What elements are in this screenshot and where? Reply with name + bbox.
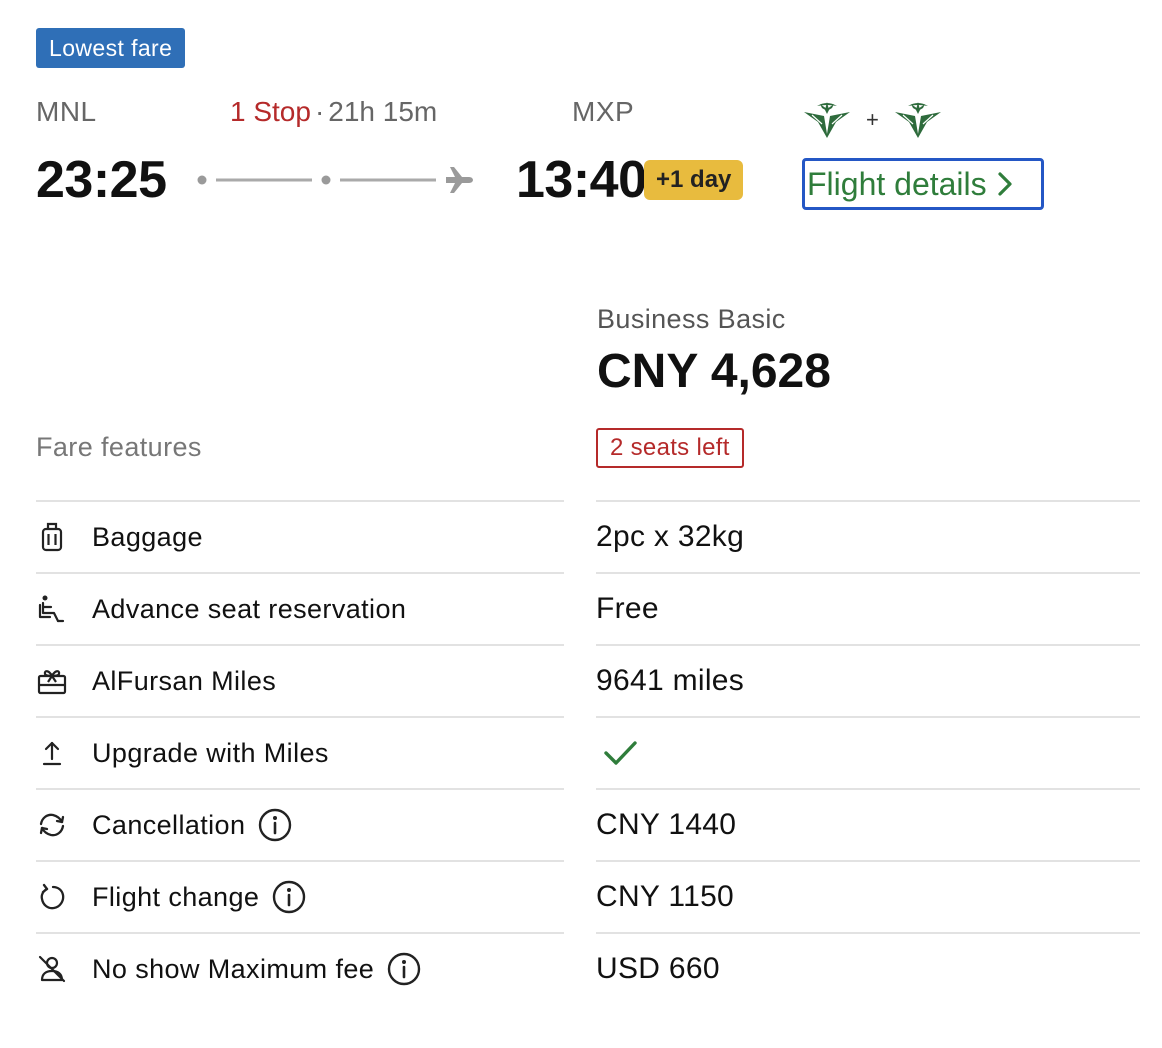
- upgrade-icon: [36, 733, 76, 773]
- feature-cell: No show Maximum fee: [36, 932, 564, 1004]
- day-offset-badge: +1 day: [644, 160, 744, 200]
- info-icon[interactable]: [386, 951, 422, 987]
- feature-cell: Upgrade with Miles: [36, 716, 564, 788]
- gift-icon: [36, 661, 76, 701]
- departure-time: 23:25: [36, 151, 167, 209]
- baggage-icon: [36, 517, 76, 557]
- table-row: No show Maximum fee USD 660: [36, 932, 1140, 1004]
- refresh-icon: [36, 805, 76, 845]
- table-row: Flight change CNY 1150: [36, 860, 1140, 932]
- fare-features-table: Baggage 2pc x 32kg Advance seat reservat…: [36, 500, 1140, 1004]
- feature-value: USD 660: [596, 932, 1140, 1004]
- feature-value: CNY 1440: [596, 788, 1140, 860]
- feature-value: [596, 716, 1140, 788]
- feature-label: Cancellation: [92, 809, 246, 840]
- feature-value: CNY 1150: [596, 860, 1140, 932]
- fare-price: CNY 4,628: [597, 345, 831, 398]
- duration: 21h 15m: [328, 96, 438, 127]
- separator-dot: ·: [314, 96, 325, 127]
- info-icon[interactable]: [257, 807, 293, 843]
- origin-code: MNL: [36, 96, 97, 127]
- no-show-icon: [36, 949, 76, 989]
- airline-logo-icon: [804, 102, 850, 138]
- table-row: Cancellation CNY 1440: [36, 788, 1140, 860]
- feature-cell: Cancellation: [36, 788, 564, 860]
- seat-icon: [36, 589, 76, 629]
- airline-logos: +: [802, 100, 943, 140]
- lowest-fare-badge: Lowest fare: [36, 28, 186, 68]
- fare-features-title: Fare features: [36, 432, 202, 462]
- feature-label: AlFursan Miles: [92, 665, 277, 696]
- table-row: Upgrade with Miles: [36, 716, 1140, 788]
- stop-count: 1 Stop: [230, 96, 311, 127]
- feature-value: 9641 miles: [596, 644, 1140, 716]
- route-line: [197, 167, 473, 193]
- seats-left-badge: 2 seats left: [596, 428, 744, 468]
- check-icon: [604, 741, 637, 765]
- flight-details-label: Flight details: [807, 165, 987, 202]
- table-row: Baggage 2pc x 32kg: [36, 500, 1140, 572]
- airline-logo-icon: [894, 102, 941, 138]
- chevron-right-icon: [998, 172, 1012, 196]
- fare-card: Lowest fare MNL 1 Stop · 21h 15m MXP 23:25…: [0, 0, 1162, 1048]
- feature-cell: AlFursan Miles: [36, 644, 564, 716]
- feature-label: Advance seat reservation: [92, 593, 407, 624]
- stops-summary: 1 Stop · 21h 15m: [230, 96, 437, 128]
- plane-icon: [446, 167, 473, 193]
- arrival-time: 13:40: [516, 151, 647, 209]
- feature-label: Upgrade with Miles: [92, 737, 329, 768]
- fare-name: Business Basic: [597, 304, 786, 334]
- flight-details-button[interactable]: Flight details: [802, 158, 1044, 210]
- table-row: AlFursan Miles 9641 miles: [36, 644, 1140, 716]
- info-icon[interactable]: [271, 879, 307, 915]
- feature-cell: Baggage: [36, 500, 564, 572]
- destination-code: MXP: [572, 96, 635, 127]
- feature-label: Baggage: [92, 521, 203, 552]
- feature-label: Flight change: [92, 881, 260, 912]
- feature-value: 2pc x 32kg: [596, 500, 1140, 572]
- table-row: Advance seat reservation Free: [36, 572, 1140, 644]
- feature-cell: Flight change: [36, 860, 564, 932]
- feature-value: Free: [596, 572, 1140, 644]
- airline-plus: +: [866, 107, 879, 132]
- feature-label: No show Maximum fee: [92, 953, 375, 984]
- feature-cell: Advance seat reservation: [36, 572, 564, 644]
- rotate-icon: [36, 877, 76, 917]
